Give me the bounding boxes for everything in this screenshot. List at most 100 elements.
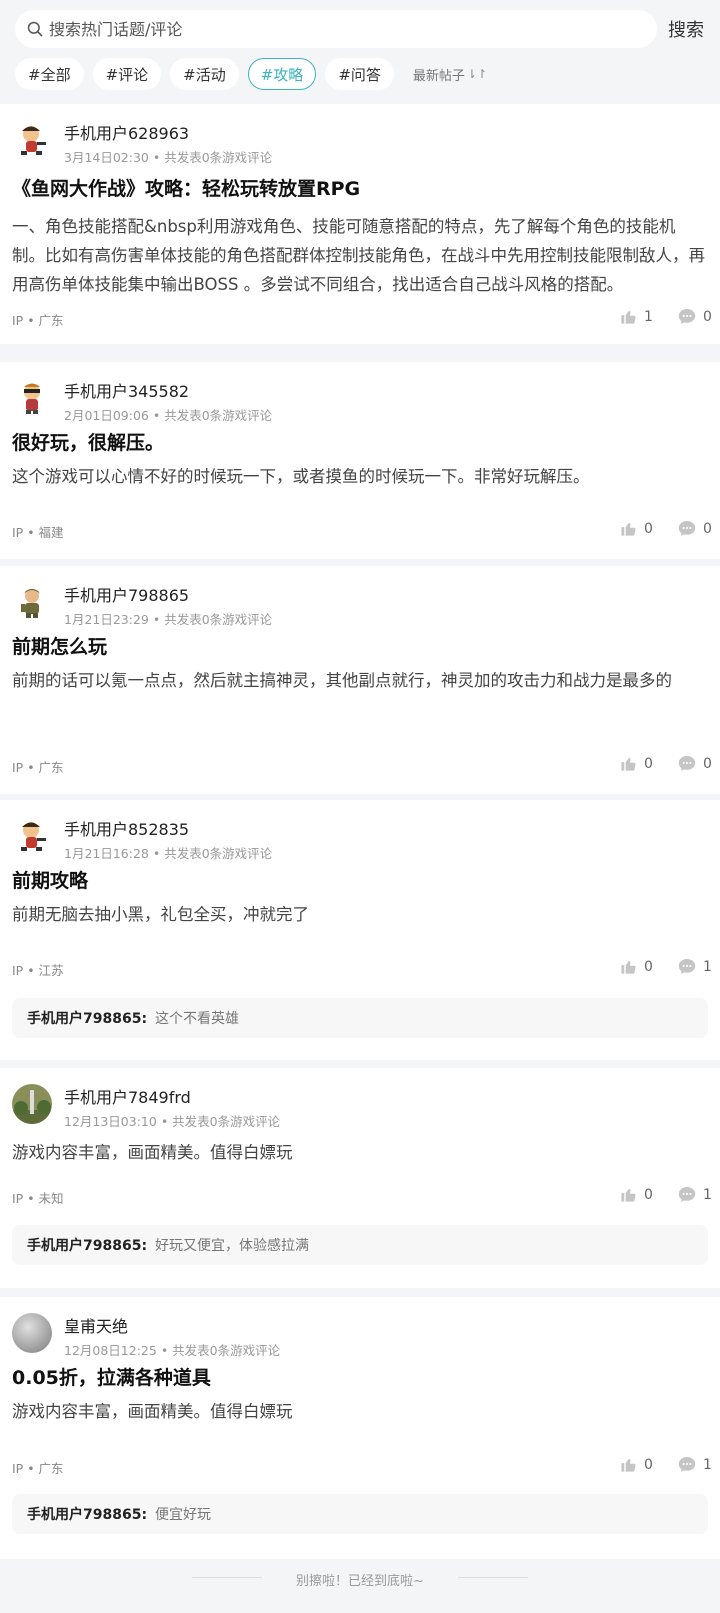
post-content[interactable]: 前期的话可以氪一点点，然后就主搞神灵，其他副点就行，神灵加的攻击力和战力是最多的 bbox=[12, 666, 708, 695]
username[interactable]: 手机用户798865 bbox=[64, 582, 189, 606]
post-meta: 2月01日09:06 • 共发表0条游戏评论 bbox=[64, 408, 273, 423]
end-of-list-text: 别擦啦！已经到底啦~ bbox=[296, 1574, 424, 1589]
thumbs-up-icon bbox=[621, 757, 636, 771]
avatar[interactable] bbox=[12, 120, 52, 160]
comment-count: 1 bbox=[703, 1186, 712, 1203]
reply-preview[interactable]: 手机用户798865: 这个不看英雄 bbox=[12, 998, 708, 1038]
comment-count: 1 bbox=[703, 958, 712, 975]
post-title[interactable]: 前期攻略 bbox=[12, 866, 88, 893]
ip-location: IP • 广东 bbox=[12, 760, 64, 775]
search-input[interactable] bbox=[49, 14, 629, 44]
comment-bubble-icon bbox=[678, 521, 696, 536]
reply-username[interactable]: 手机用户798865: bbox=[27, 1008, 147, 1028]
post-content[interactable]: 游戏内容丰富，画面精美。值得白嫖玩 bbox=[12, 1397, 708, 1426]
comment-bubble-icon bbox=[678, 1457, 696, 1472]
tab-reviews[interactable]: #评论 bbox=[92, 58, 162, 90]
thumbs-up-icon bbox=[621, 960, 636, 974]
like-count: 0 bbox=[644, 1456, 653, 1473]
post-date: 2月01日09:06 bbox=[64, 408, 149, 423]
reply-username[interactable]: 手机用户798865: bbox=[27, 1235, 147, 1255]
post-card[interactable]: 手机用户852835 1月21日16:28 • 共发表0条游戏评论 前期攻略 前… bbox=[0, 800, 720, 1060]
avatar[interactable] bbox=[12, 378, 52, 418]
tab-events[interactable]: #活动 bbox=[170, 58, 239, 90]
comment-button[interactable]: 0 bbox=[678, 755, 712, 772]
post-meta: 1月21日23:29 • 共发表0条游戏评论 bbox=[64, 612, 273, 627]
like-count: 0 bbox=[644, 755, 653, 772]
topic-tabs: #全部 #评论 #活动 #攻略 #问答 最新帖子 ⇂↾ bbox=[15, 58, 487, 90]
post-card[interactable]: 皇甫天绝 12月08日12:25 • 共发表0条游戏评论 0.05折，拉满各种道… bbox=[0, 1297, 720, 1559]
post-card[interactable]: 手机用户798865 1月21日23:29 • 共发表0条游戏评论 前期怎么玩 … bbox=[0, 566, 720, 794]
like-button[interactable]: 0 bbox=[620, 520, 653, 537]
post-meta: 1月21日16:28 • 共发表0条游戏评论 bbox=[64, 846, 273, 861]
reply-text: 好玩又便宜，体验感拉满 bbox=[155, 1238, 310, 1254]
post-content[interactable]: 游戏内容丰富，画面精美。值得白嫖玩 bbox=[12, 1138, 708, 1167]
comment-button[interactable]: 1 bbox=[678, 1456, 712, 1473]
post-title[interactable]: 前期怎么玩 bbox=[12, 632, 107, 659]
username[interactable]: 皇甫天绝 bbox=[64, 1313, 128, 1337]
tab-qa[interactable]: #问答 bbox=[325, 58, 394, 90]
user-stats: 共发表0条游戏评论 bbox=[172, 1343, 281, 1358]
like-count: 0 bbox=[644, 1186, 653, 1203]
like-button[interactable]: 0 bbox=[620, 958, 653, 975]
username[interactable]: 手机用户345582 bbox=[64, 378, 189, 402]
reply-text: 便宜好玩 bbox=[155, 1507, 212, 1523]
tab-guides[interactable]: #攻略 bbox=[247, 58, 317, 90]
post-title[interactable]: 很好玩，很解压。 bbox=[12, 428, 164, 455]
search-icon bbox=[27, 21, 43, 37]
search-button[interactable]: 搜索 bbox=[668, 16, 704, 42]
avatar[interactable] bbox=[12, 816, 52, 856]
reply-text: 这个不看英雄 bbox=[155, 1011, 240, 1027]
like-button[interactable]: 0 bbox=[620, 1456, 653, 1473]
comment-button[interactable]: 0 bbox=[678, 308, 712, 325]
comment-bubble-icon bbox=[678, 1187, 696, 1202]
post-card[interactable]: 手机用户345582 2月01日09:06 • 共发表0条游戏评论 很好玩，很解… bbox=[0, 362, 720, 559]
username[interactable]: 手机用户7849frd bbox=[64, 1084, 191, 1108]
sort-dropdown[interactable]: 最新帖子 ⇂↾ bbox=[413, 65, 487, 84]
search-bar[interactable] bbox=[15, 10, 657, 48]
user-stats: 共发表0条游戏评论 bbox=[164, 408, 273, 423]
username[interactable]: 手机用户628963 bbox=[64, 120, 189, 144]
thumbs-up-icon bbox=[621, 1188, 636, 1202]
thumbs-up-icon bbox=[621, 310, 636, 324]
comment-bubble-icon bbox=[678, 959, 696, 974]
like-button[interactable]: 0 bbox=[620, 1186, 653, 1203]
header: 搜索 #全部 #评论 #活动 #攻略 #问答 最新帖子 ⇂↾ bbox=[0, 0, 720, 104]
ip-location: IP • 广东 bbox=[12, 313, 64, 328]
sort-label: 最新帖子 bbox=[412, 68, 465, 84]
post-meta: 3月14日02:30 • 共发表0条游戏评论 bbox=[64, 150, 273, 165]
post-card[interactable]: 手机用户628963 3月14日02:30 • 共发表0条游戏评论 《鱼网大作战… bbox=[0, 104, 720, 344]
comment-bubble-icon bbox=[678, 309, 696, 324]
avatar[interactable] bbox=[12, 582, 52, 622]
post-title[interactable]: 0.05折，拉满各种道具 bbox=[12, 1363, 211, 1390]
user-stats: 共发表0条游戏评论 bbox=[164, 612, 273, 627]
post-content[interactable]: 前期无脑去抽小黑，礼包全买，冲就完了 bbox=[12, 900, 708, 929]
reply-preview[interactable]: 手机用户798865: 便宜好玩 bbox=[12, 1494, 708, 1534]
thumbs-up-icon bbox=[621, 522, 636, 536]
thumbs-up-icon bbox=[621, 1458, 636, 1472]
user-stats: 共发表0条游戏评论 bbox=[164, 150, 273, 165]
reply-username[interactable]: 手机用户798865: bbox=[27, 1504, 147, 1524]
post-title[interactable]: 《鱼网大作战》攻略：轻松玩转放置RPG bbox=[12, 174, 360, 201]
avatar[interactable] bbox=[12, 1084, 52, 1124]
sort-arrows-icon: ⇂↾ bbox=[466, 67, 488, 81]
comment-button[interactable]: 1 bbox=[678, 1186, 712, 1203]
post-content[interactable]: 一、角色技能搭配&nbsp利用游戏角色、技能可随意搭配的特点，先了解每个角色的技… bbox=[12, 212, 708, 299]
avatar[interactable] bbox=[12, 1313, 52, 1353]
post-content[interactable]: 这个游戏可以心情不好的时候玩一下，或者摸鱼的时候玩一下。非常好玩解压。 bbox=[12, 462, 708, 491]
like-button[interactable]: 0 bbox=[620, 755, 653, 772]
username[interactable]: 手机用户852835 bbox=[64, 816, 189, 840]
like-button[interactable]: 1 bbox=[620, 308, 653, 325]
post-meta: 12月08日12:25 • 共发表0条游戏评论 bbox=[64, 1343, 281, 1358]
like-count: 0 bbox=[644, 958, 653, 975]
tab-all[interactable]: #全部 bbox=[15, 58, 84, 90]
comment-count: 0 bbox=[703, 308, 712, 325]
post-date: 3月14日02:30 bbox=[64, 150, 149, 165]
post-card[interactable]: 手机用户7849frd 12月13日03:10 • 共发表0条游戏评论 游戏内容… bbox=[0, 1068, 720, 1288]
post-date: 12月08日12:25 bbox=[64, 1343, 157, 1358]
post-date: 1月21日23:29 bbox=[64, 612, 149, 627]
reply-preview[interactable]: 手机用户798865: 好玩又便宜，体验感拉满 bbox=[12, 1225, 708, 1265]
comment-button[interactable]: 1 bbox=[678, 958, 712, 975]
comment-button[interactable]: 0 bbox=[678, 520, 712, 537]
ip-location: IP • 未知 bbox=[12, 1191, 64, 1206]
like-count: 1 bbox=[644, 308, 653, 325]
